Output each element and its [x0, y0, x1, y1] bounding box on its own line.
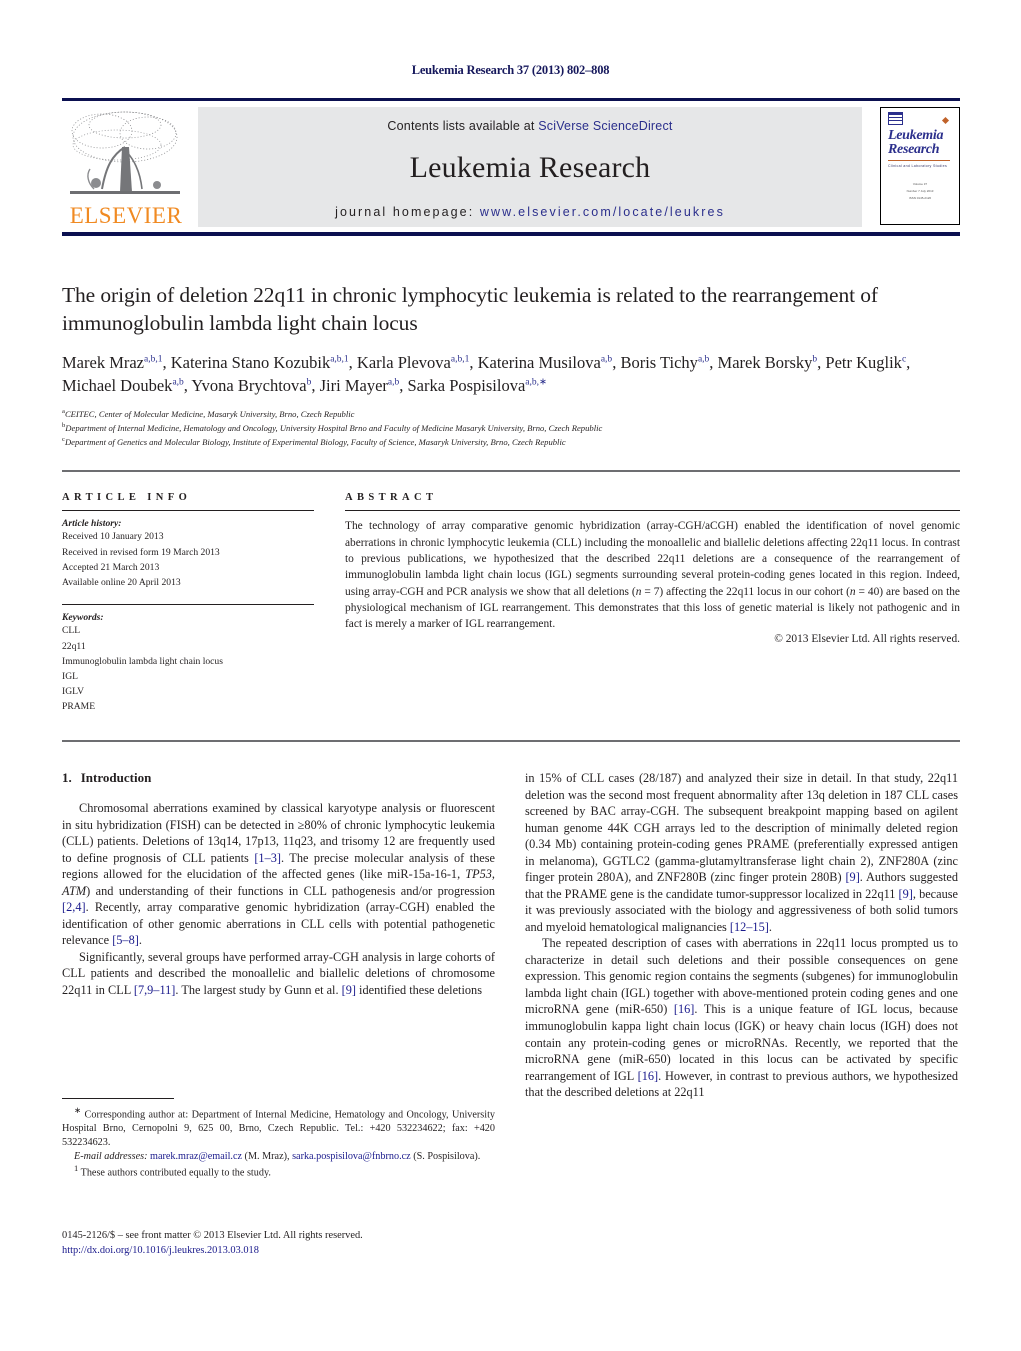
abstract-copyright: © 2013 Elsevier Ltd. All rights reserved…	[774, 633, 960, 646]
elsevier-tree-icon	[70, 111, 180, 194]
cover-title-line1: Leukemia	[888, 128, 944, 143]
journal-title: Leukemia Research	[409, 151, 651, 184]
section-heading-introduction: 1. Introduction	[62, 770, 495, 786]
body-top-rule	[62, 740, 960, 742]
footnote-separator-rule	[62, 1098, 174, 1100]
affiliation-a: aCEITEC, Center of Molecular Medicine, M…	[62, 407, 930, 421]
body-column-right: in 15% of CLL cases (28/187) and analyze…	[525, 770, 958, 1101]
footnote-email-addresses: E-mail addresses: marek.mraz@email.cz (M…	[74, 1150, 481, 1162]
abstract-block: ABSTRACT The technology of array compara…	[345, 492, 960, 645]
cover-accent-diamond-icon	[941, 116, 950, 125]
section-title: Introduction	[80, 770, 152, 785]
paragraph: Chromosomal aberrations examined by clas…	[62, 801, 495, 948]
article-info-heading: ARTICLE INFO	[62, 492, 192, 503]
history-item: Received 10 January 2013	[62, 531, 164, 543]
article-history-list: Received 10 January 2013 Received in rev…	[62, 529, 314, 590]
affiliation-text-b: Department of Internal Medicine, Hematol…	[65, 422, 603, 433]
keyword-item: PRAME	[62, 701, 96, 713]
cover-meta-2: Number 7 July 2013	[906, 189, 934, 194]
paragraph: in 15% of CLL cases (28/187) and analyze…	[525, 771, 959, 934]
homepage-prefix: journal homepage:	[335, 205, 480, 219]
contents-available-line: Contents lists available at SciVerse Sci…	[198, 107, 862, 133]
footnotes-block: ∗ Corresponding author at: Department of…	[62, 1098, 495, 1180]
keyword-item: Immunoglobulin lambda light chain locus	[62, 655, 223, 667]
keyword-item: IGLV	[62, 686, 85, 698]
journal-masthead: ELSEVIER Contents lists available at Sci…	[62, 98, 960, 227]
article-info-rule-2	[62, 604, 314, 606]
article-history-label: Article history:	[62, 518, 122, 530]
article-info-block: ARTICLE INFO Article history: Received 1…	[62, 492, 314, 714]
footnote-equal-contribution: 1 These authors contributed equally to t…	[74, 1163, 271, 1179]
article-info-rule-1	[62, 510, 314, 512]
paragraph: The repeated description of cases with a…	[525, 936, 959, 1100]
masthead-top-rule	[62, 98, 960, 101]
affiliation-text-c: Department of Genetics and Molecular Bio…	[64, 437, 566, 448]
body-column-left: 1. Introduction Chromosomal aberrations e…	[62, 770, 495, 998]
imprint-front-matter: 0145-2126/$ – see front matter © 2013 El…	[62, 1230, 363, 1241]
elsevier-logo: ELSEVIER	[62, 107, 190, 227]
history-item: Received in revised form 19 March 2013	[62, 546, 220, 558]
abstract-text: The technology of array comparative geno…	[345, 520, 960, 631]
cover-rule	[888, 159, 950, 162]
masthead-bottom-rule	[62, 232, 960, 236]
info-section-top-rule	[62, 470, 960, 472]
masthead-panel: Contents lists available at SciVerse Sci…	[198, 107, 862, 227]
running-head: Leukemia Research 37 (2013) 802–808	[411, 63, 610, 77]
title-block: The origin of deletion 22q11 in chronic …	[62, 282, 930, 449]
abstract-rule	[345, 510, 960, 512]
history-item: Accepted 21 March 2013	[62, 561, 160, 573]
keyword-item: CLL	[62, 625, 81, 637]
affiliation-b: bDepartment of Internal Medicine, Hemato…	[62, 421, 930, 435]
doi-link[interactable]: http://dx.doi.org/10.1016/j.leukres.2013…	[62, 1244, 622, 1259]
page-title: The origin of deletion 22q11 in chronic …	[62, 283, 878, 335]
footnote-corresponding-author: ∗ Corresponding author at: Department of…	[62, 1105, 495, 1148]
cover-meta-3: ISSN 0145-2126	[908, 196, 932, 201]
elsevier-wordmark: ELSEVIER	[69, 203, 183, 228]
cover-title-line2: Research	[888, 142, 940, 158]
section-number: 1.	[62, 770, 72, 785]
journal-homepage-line: journal homepage: www.elsevier.com/locat…	[198, 205, 862, 219]
paragraph: Significantly, several groups have perfo…	[62, 949, 495, 997]
abstract-heading: ABSTRACT	[345, 492, 438, 503]
journal-cover-thumbnail[interactable]: Leukemia Research Clinical and Laborator…	[880, 107, 960, 225]
keywords-label: Keywords:	[62, 612, 104, 624]
history-item: Available online 20 April 2013	[62, 576, 181, 588]
cover-meta-1: Volume 37	[912, 182, 928, 187]
contents-prefix: Contents lists available at	[387, 119, 539, 133]
cover-subtitle: Clinical and Laboratory Studies	[888, 164, 948, 169]
author-list: Marek Mraza,b,1, Katerina Stano Kozubika…	[62, 353, 911, 396]
keyword-item: IGL	[62, 670, 78, 682]
affiliation-text-a: CEITEC, Center of Molecular Medicine, Ma…	[64, 408, 355, 419]
sciencedirect-link[interactable]: SciVerse ScienceDirect	[538, 119, 672, 133]
imprint-block: 0145-2126/$ – see front matter © 2013 El…	[62, 1229, 622, 1259]
journal-homepage-link[interactable]: www.elsevier.com/locate/leukres	[480, 205, 725, 219]
journal-article-page: Leukemia Research 37 (2013) 802–808 ELSE…	[0, 0, 1021, 1351]
keyword-item: 22q11	[62, 640, 86, 652]
keywords-list: CLL 22q11 Immunoglobulin lambda light ch…	[62, 623, 314, 714]
affiliation-list: aCEITEC, Center of Molecular Medicine, M…	[62, 407, 930, 450]
affiliation-c: cDepartment of Genetics and Molecular Bi…	[62, 435, 930, 449]
cover-elsevier-mark-icon	[888, 112, 903, 125]
